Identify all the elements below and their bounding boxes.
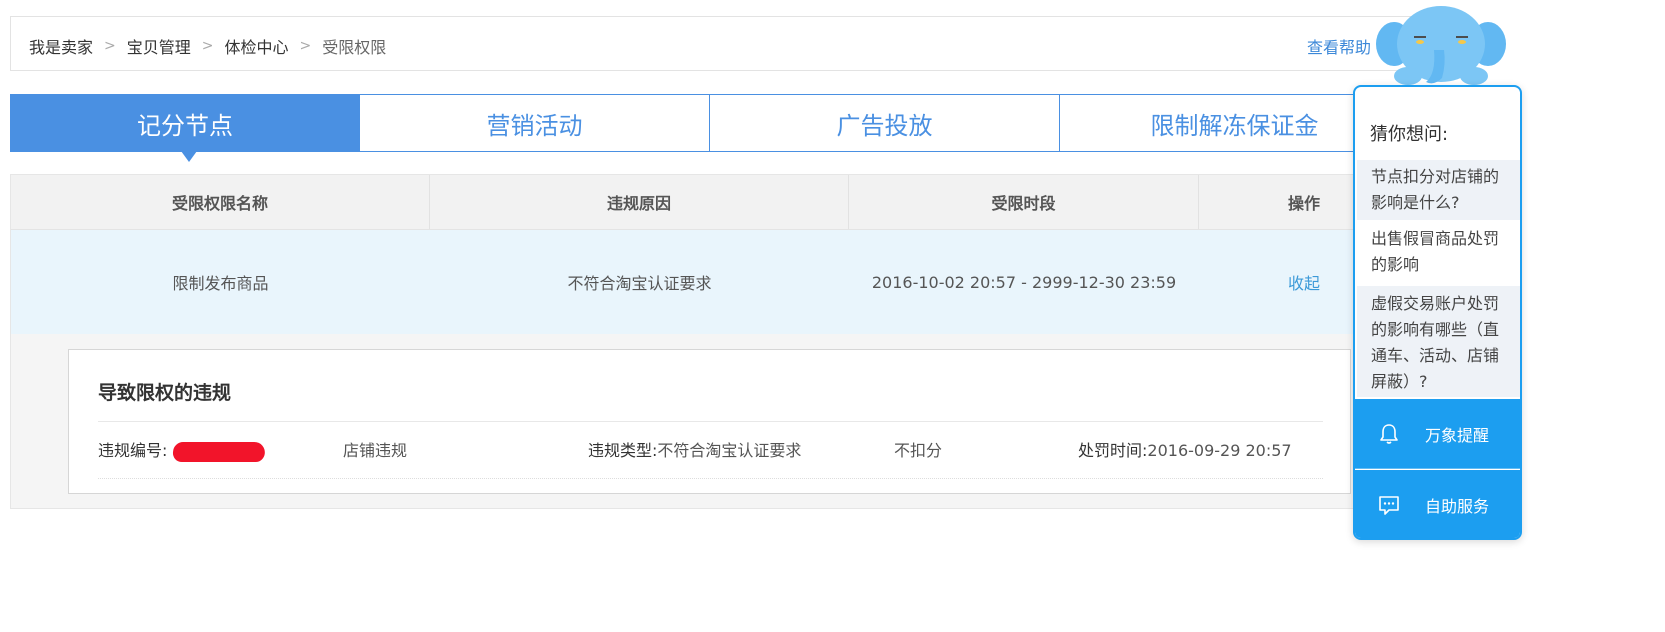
collapse-link[interactable]: 收起 [1288, 270, 1320, 294]
breadcrumb-bar: 我是卖家 > 宝贝管理 > 体检中心 > 受限权限 查看帮助 [10, 16, 1460, 71]
redaction-mark [172, 441, 267, 462]
violation-type-label: 违规类型: [588, 441, 658, 460]
cell-name: 限制发布商品 [172, 274, 269, 293]
help-link[interactable]: 查看帮助 [1307, 34, 1371, 58]
detail-row: 违规编号: 店铺违规 违规类型:不符合淘宝认证要求 不扣分 处罚时间:2016-… [98, 437, 1323, 462]
tab-advertising[interactable]: 广告投放 [710, 94, 1060, 152]
column-header-period: 受限时段 [849, 175, 1199, 229]
help-float-panel: 猜你想问: 节点扣分对店铺的影响是什么? 出售假冒商品处罚的影响 虚假交易账户处… [1353, 85, 1522, 540]
breadcrumb-item-seller[interactable]: 我是卖家 [29, 34, 93, 58]
violation-id-label: 违规编号: [98, 441, 168, 460]
breadcrumb-separator: > [299, 38, 312, 54]
breadcrumb-separator: > [104, 38, 116, 54]
elephant-mascot-icon[interactable] [1376, 2, 1506, 90]
column-header-reason: 违规原因 [430, 175, 849, 229]
column-header-name: 受限权限名称 [11, 175, 430, 229]
self-service-label: 自助服务 [1425, 497, 1490, 516]
wanxiang-reminder-button[interactable]: 万象提醒 [1355, 399, 1520, 469]
tab-scoring-nodes[interactable]: 记分节点 [10, 94, 360, 162]
wanxiang-reminder-label: 万象提醒 [1425, 425, 1490, 445]
violation-id: 违规编号: [98, 437, 267, 462]
cell-period: 2016-10-02 20:57 - 2999-12-30 23:59 [871, 272, 1177, 292]
divider [98, 478, 1323, 479]
tab-bar: 记分节点 营销活动 广告投放 限制解冻保证金 [10, 94, 1450, 162]
penalty-time-label: 处罚时间: [1078, 441, 1148, 460]
violation-detail: 导致限权的违规 违规编号: 店铺违规 违规类型:不符合淘宝认证要求 不扣分 处罚… [68, 349, 1351, 494]
tab-marketing[interactable]: 营销活动 [360, 94, 710, 152]
breadcrumb: 我是卖家 > 宝贝管理 > 体检中心 > 受限权限 [29, 34, 386, 58]
divider [98, 421, 1323, 422]
violation-type-value: 不符合淘宝认证要求 [657, 441, 802, 460]
breadcrumb-item-products[interactable]: 宝贝管理 [127, 34, 191, 58]
breadcrumb-separator: > [201, 38, 214, 54]
chat-icon [1379, 496, 1399, 515]
detail-title: 导致限权的违规 [98, 382, 232, 404]
violation-points: 不扣分 [894, 441, 943, 460]
breadcrumb-item-current: 受限权限 [322, 38, 387, 57]
breadcrumb-item-checkup[interactable]: 体检中心 [225, 34, 289, 58]
violation-type: 违规类型:不符合淘宝认证要求 [588, 437, 801, 461]
faq-item[interactable]: 虚假交易账户处罚的影响有哪些（直通车、活动、店铺屏蔽）? [1357, 286, 1520, 397]
violation-category: 店铺违规 [343, 441, 408, 460]
cell-reason: 不符合淘宝认证要求 [567, 274, 712, 293]
faq-item[interactable]: 出售假冒商品处罚的影响 [1357, 220, 1520, 286]
bell-icon [1380, 423, 1398, 444]
faq-item[interactable]: 节点扣分对店铺的影响是什么? [1357, 160, 1520, 220]
self-service-button[interactable]: 自助服务 [1355, 470, 1520, 538]
restrictions-table: 受限权限名称 违规原因 受限时段 操作 限制发布商品 不符合淘宝认证要求 201… [10, 174, 1450, 509]
penalty-time: 处罚时间:2016-09-29 20:57 [1078, 437, 1292, 461]
penalty-time-value: 2016-09-29 20:57 [1147, 441, 1292, 460]
panel-title: 猜你想问: [1370, 124, 1449, 145]
table-row: 限制发布商品 不符合淘宝认证要求 2016-10-02 20:57 - 2999… [11, 230, 1449, 334]
table-header: 受限权限名称 违规原因 受限时段 操作 [11, 175, 1449, 230]
